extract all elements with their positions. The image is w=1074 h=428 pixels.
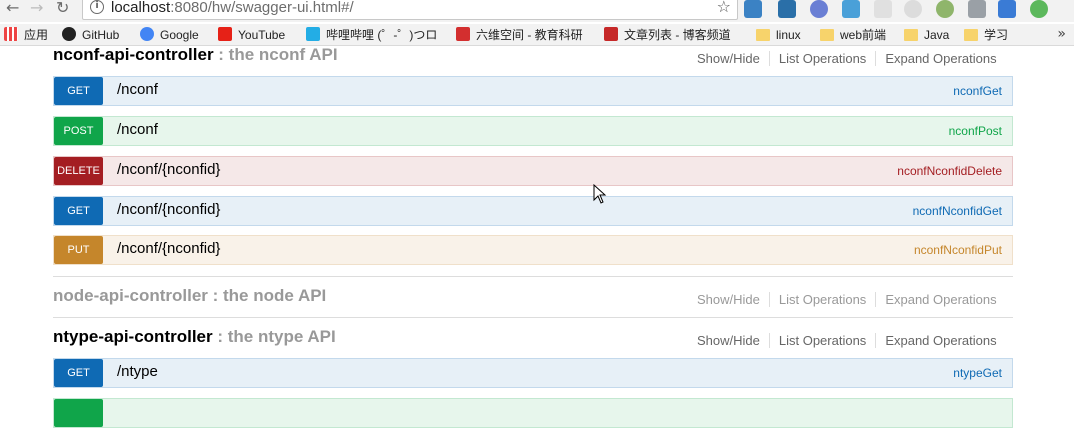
browser-toolbar: ← → ↻ i localhost:8080/hw/swagger-ui.htm… xyxy=(0,0,1074,22)
operation-nconf-get[interactable]: GET /nconf nconfGet xyxy=(53,76,1013,106)
resource-divider xyxy=(53,276,1013,277)
folder-icon xyxy=(904,29,918,41)
bookmark-liuwei[interactable]: 六维空间 - 教育科研 xyxy=(456,26,583,44)
method-badge[interactable]: GET xyxy=(54,197,103,225)
google-icon xyxy=(140,27,154,41)
folder-icon xyxy=(756,29,770,41)
apps-icon xyxy=(4,27,18,41)
extension-icon[interactable] xyxy=(1030,0,1048,18)
resource-links-ntype: Show/Hide List Operations Expand Operation… xyxy=(688,333,1063,348)
resource-divider xyxy=(53,317,1013,318)
bookmark-google[interactable]: Google xyxy=(140,26,199,44)
operation-ntype-post-partial[interactable] xyxy=(53,398,1013,428)
reload-icon[interactable]: ↻ xyxy=(56,0,69,18)
operation-id[interactable]: nconfPost xyxy=(949,124,1002,138)
extension-icon[interactable] xyxy=(968,0,986,18)
operation-nconf-delete[interactable]: DELETE /nconf/{nconfid} nconfNconfidDele… xyxy=(53,156,1013,186)
bookmarks-bar: 应用 GitHub Google YouTube 哔哩哔哩 (゜-゜)つロ 六维… xyxy=(0,24,1074,46)
operation-nconfid-get[interactable]: GET /nconf/{nconfid} nconfNconfidGet xyxy=(53,196,1013,226)
operation-id[interactable]: nconfNconfidPut xyxy=(914,243,1002,257)
bookmark-github[interactable]: GitHub xyxy=(62,26,119,44)
bookmark-bilibili[interactable]: 哔哩哔哩 (゜-゜)つロ xyxy=(306,26,437,44)
method-badge[interactable]: PUT xyxy=(54,236,103,264)
method-badge[interactable] xyxy=(54,399,103,427)
show-hide-link[interactable]: Show/Hide xyxy=(688,333,770,348)
operation-path[interactable]: /nconf xyxy=(117,121,158,138)
bookmark-study[interactable]: 学习 xyxy=(964,26,1008,44)
operation-id[interactable]: nconfGet xyxy=(953,84,1002,98)
operation-id[interactable]: ntypeGet xyxy=(953,366,1002,380)
resource-title-ntype[interactable]: ntype-api-controller : the ntype API xyxy=(53,327,336,347)
bookmark-apps[interactable]: 应用 xyxy=(4,26,48,44)
operation-ntype-get[interactable]: GET /ntype ntypeGet xyxy=(53,358,1013,388)
operation-id[interactable]: nconfNconfidDelete xyxy=(897,164,1002,178)
extension-icon[interactable] xyxy=(998,0,1016,18)
bookmark-linux[interactable]: linux xyxy=(756,26,801,44)
folder-icon xyxy=(964,29,978,41)
extension-icon[interactable] xyxy=(904,0,922,18)
show-hide-link[interactable]: Show/Hide xyxy=(688,51,770,66)
url-text: localhost:8080/hw/swagger-ui.html#/ xyxy=(111,0,354,16)
operation-nconf-post[interactable]: POST /nconf nconfPost xyxy=(53,116,1013,146)
extension-icon[interactable] xyxy=(874,0,892,18)
expand-operations-link[interactable]: Expand Operations xyxy=(876,333,996,348)
list-operations-link[interactable]: List Operations xyxy=(769,51,877,66)
more-bookmarks-icon[interactable]: » xyxy=(1057,26,1066,42)
operation-path[interactable]: /nconf xyxy=(117,81,158,98)
folder-icon xyxy=(820,29,834,41)
method-badge[interactable]: DELETE xyxy=(54,157,103,185)
operation-id[interactable]: nconfNconfidGet xyxy=(913,204,1002,218)
expand-operations-link[interactable]: Expand Operations xyxy=(876,292,996,307)
github-icon xyxy=(62,27,76,41)
list-operations-link[interactable]: List Operations xyxy=(769,333,877,348)
extension-icon[interactable] xyxy=(810,0,828,18)
operation-path[interactable]: /nconf/{nconfid} xyxy=(117,201,220,218)
bookmark-star-icon[interactable]: ☆ xyxy=(717,0,731,16)
list-operations-link[interactable]: List Operations xyxy=(769,292,877,307)
address-bar[interactable]: i localhost:8080/hw/swagger-ui.html#/ ☆ xyxy=(82,0,738,20)
operation-path[interactable]: /nconf/{nconfid} xyxy=(117,240,220,257)
bookmark-youtube[interactable]: YouTube xyxy=(218,26,285,44)
operation-nconfid-put[interactable]: PUT /nconf/{nconfid} nconfNconfidPut xyxy=(53,235,1013,265)
youtube-icon xyxy=(218,27,232,41)
method-badge[interactable]: GET xyxy=(54,77,103,105)
bookmark-java[interactable]: Java xyxy=(904,26,949,44)
back-icon[interactable]: ← xyxy=(6,0,19,18)
resource-links-nconf: Show/Hide List Operations Expand Operation… xyxy=(688,51,1063,66)
bookmark-blog[interactable]: 文章列表 - 博客频道 xyxy=(604,26,731,44)
extension-icon[interactable] xyxy=(842,0,860,18)
resource-links-node: Show/Hide List Operations Expand Operation… xyxy=(688,292,1063,307)
resource-title-nconf[interactable]: nconf-api-controller : the nconf API xyxy=(53,45,338,65)
info-icon[interactable]: i xyxy=(90,0,104,14)
expand-operations-link[interactable]: Expand Operations xyxy=(876,51,996,66)
operation-path[interactable]: /nconf/{nconfid} xyxy=(117,161,220,178)
csdn-icon xyxy=(604,27,618,41)
bookmark-web[interactable]: web前端 xyxy=(820,26,886,44)
extension-icon[interactable] xyxy=(778,0,796,18)
extension-icon[interactable] xyxy=(744,0,762,18)
method-badge[interactable]: POST xyxy=(54,117,103,145)
method-badge[interactable]: GET xyxy=(54,359,103,387)
forward-icon[interactable]: → xyxy=(30,0,43,18)
resource-title-node[interactable]: node-api-controller : the node API xyxy=(53,286,326,306)
bilibili-icon xyxy=(306,27,320,41)
liuwei-icon xyxy=(456,27,470,41)
show-hide-link[interactable]: Show/Hide xyxy=(688,292,770,307)
mouse-cursor-icon xyxy=(593,184,607,204)
operation-path[interactable]: /ntype xyxy=(117,363,158,380)
extension-icon[interactable] xyxy=(936,0,954,18)
